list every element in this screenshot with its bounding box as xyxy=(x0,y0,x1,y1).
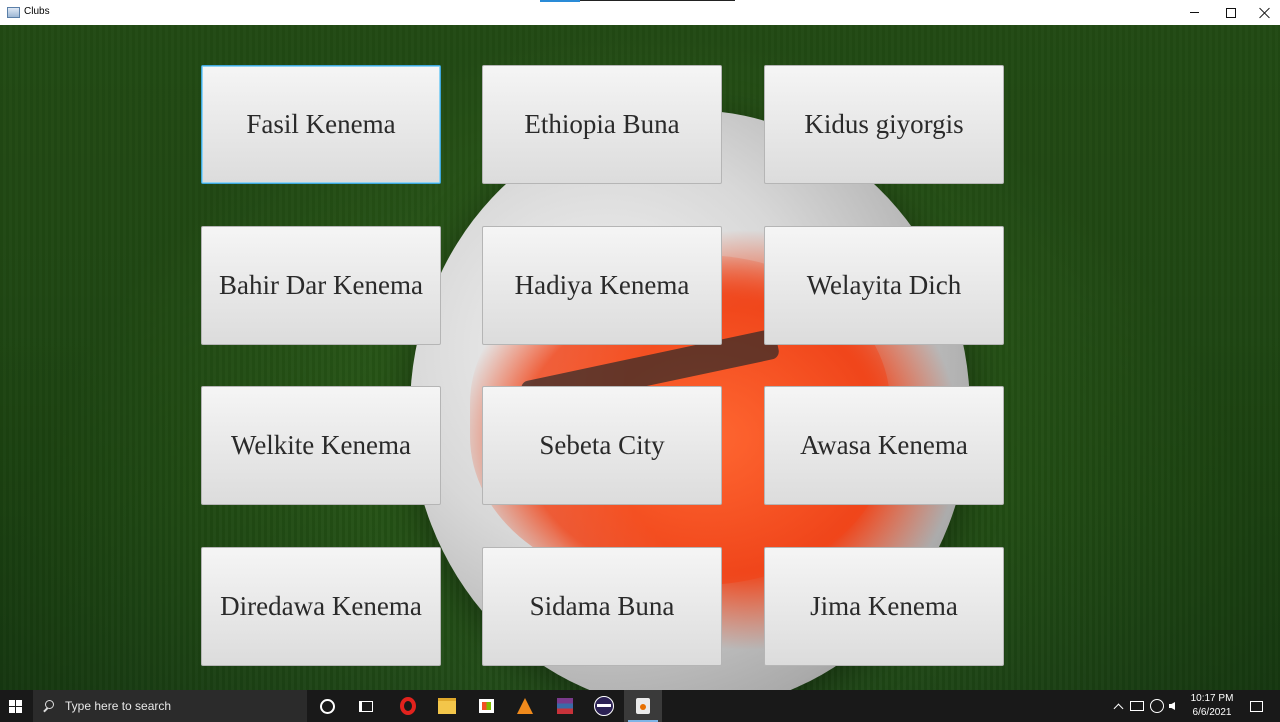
network-globe-icon xyxy=(1150,699,1164,713)
club-button-jima-kenema[interactable]: Jima Kenema xyxy=(764,547,1004,666)
taskbar-app-java[interactable] xyxy=(624,690,662,722)
taskbar-clock[interactable]: 10:17 PM 6/6/2021 xyxy=(1188,692,1236,720)
opera-icon xyxy=(400,697,416,715)
taskbar-app-winrar[interactable] xyxy=(546,690,584,722)
windows-taskbar: Type here to search 10:17 PM 6/6/2021 xyxy=(0,690,1280,722)
minimize-button[interactable] xyxy=(1174,0,1214,25)
battery-icon xyxy=(1130,701,1144,711)
taskbar-app-file-explorer[interactable] xyxy=(428,690,466,722)
minimize-icon xyxy=(1189,12,1199,13)
cortana-icon xyxy=(319,698,335,714)
titlebar-accent-line xyxy=(580,0,735,1)
club-button-diredawa-kenema[interactable]: Diredawa Kenema xyxy=(201,547,441,666)
titlebar-accent xyxy=(540,0,580,2)
close-icon xyxy=(1259,7,1271,19)
club-button-hadiya-kenema[interactable]: Hadiya Kenema xyxy=(482,226,722,345)
search-icon xyxy=(43,700,55,712)
eclipse-icon xyxy=(594,696,614,716)
taskbar-search-box[interactable]: Type here to search xyxy=(33,690,307,722)
windows-logo-icon xyxy=(8,699,22,713)
task-view-button[interactable] xyxy=(347,690,385,722)
club-button-awasa-kenema[interactable]: Awasa Kenema xyxy=(764,386,1004,505)
taskbar-app-vlc[interactable] xyxy=(506,690,544,722)
club-button-ethiopia-buna[interactable]: Ethiopia Buna xyxy=(482,65,722,184)
clock-time: 10:17 PM xyxy=(1190,693,1234,704)
winrar-icon xyxy=(557,698,573,714)
java-icon xyxy=(636,698,650,714)
maximize-icon xyxy=(1226,7,1236,18)
cortana-button[interactable] xyxy=(308,690,346,722)
club-button-sidama-buna[interactable]: Sidama Buna xyxy=(482,547,722,666)
clock-date: 6/6/2021 xyxy=(1192,707,1232,718)
task-view-icon xyxy=(359,700,373,712)
search-placeholder: Type here to search xyxy=(65,699,172,713)
club-button-sebeta-city[interactable]: Sebeta City xyxy=(482,386,722,505)
volume-button[interactable] xyxy=(1169,690,1175,722)
file-explorer-icon xyxy=(438,698,456,714)
club-button-fasil-kenema[interactable]: Fasil Kenema xyxy=(201,65,441,184)
volume-icon xyxy=(1169,702,1175,710)
vlc-icon xyxy=(517,698,533,714)
taskbar-app-eclipse[interactable] xyxy=(585,690,623,722)
network-button[interactable] xyxy=(1150,690,1164,722)
notification-icon xyxy=(1249,700,1263,712)
action-center-button[interactable] xyxy=(1241,690,1271,722)
microsoft-store-icon xyxy=(478,699,494,713)
club-button-welkite-kenema[interactable]: Welkite Kenema xyxy=(201,386,441,505)
club-button-kidus-giyorgis[interactable]: Kidus giyorgis xyxy=(764,65,1004,184)
chevron-up-icon xyxy=(1113,703,1123,713)
app-window-icon xyxy=(7,7,20,18)
taskbar-app-opera[interactable] xyxy=(389,690,427,722)
start-button[interactable] xyxy=(0,690,30,722)
show-hidden-icons-button[interactable] xyxy=(1111,690,1125,722)
club-button-welayita-dich[interactable]: Welayita Dich xyxy=(764,226,1004,345)
window-titlebar: Clubs xyxy=(0,0,1280,26)
window-title: Clubs xyxy=(24,6,50,17)
club-button-bahir-dar-kenema[interactable]: Bahir Dar Kenema xyxy=(201,226,441,345)
close-button[interactable] xyxy=(1245,0,1280,25)
battery-button[interactable] xyxy=(1130,690,1144,722)
taskbar-app-microsoft-store[interactable] xyxy=(467,690,505,722)
